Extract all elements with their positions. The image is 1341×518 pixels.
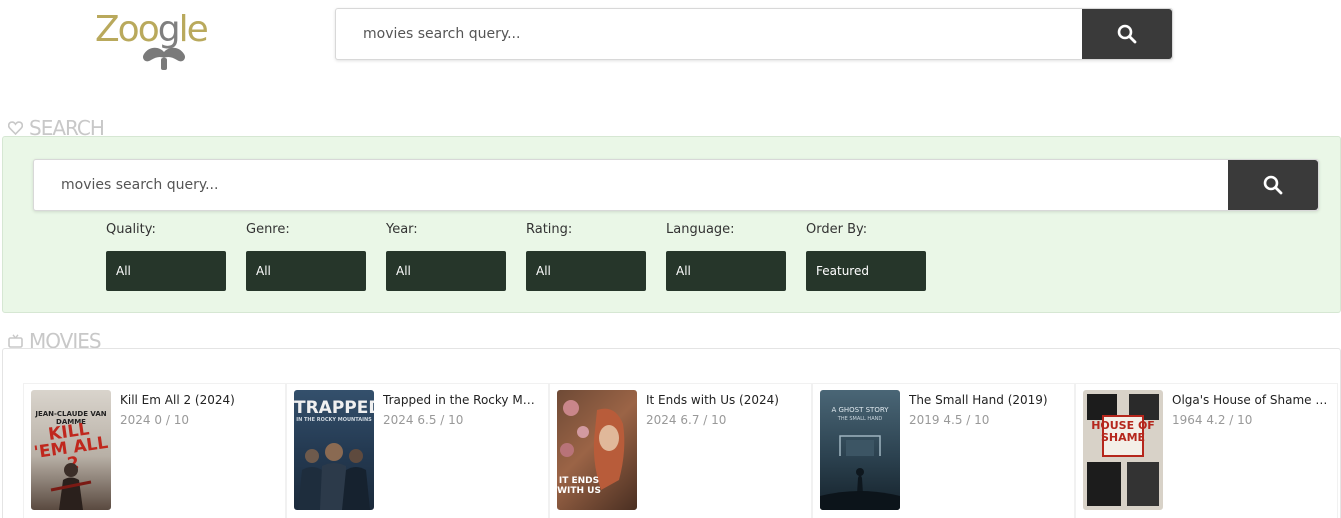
movie-meta: 2019 4.5 / 10 [909,413,990,427]
movie-poster[interactable]: JEAN-CLAUDE VAN DAMME KILL'EM ALL2 [31,390,111,510]
movie-title[interactable]: It Ends with Us (2024) [646,393,802,407]
filter-order-by: Order By: Featured [806,221,926,291]
movie-meta: 2024 6.7 / 10 [646,413,727,427]
movie-meta: 2024 0 / 10 [120,413,189,427]
panel-search-input[interactable] [34,160,1228,210]
logo[interactable]: Zoogle [95,9,220,70]
filter-label: Rating: [526,222,573,237]
movie-meta: 2024 6.5 / 10 [383,413,464,427]
movie-card[interactable]: JEAN-CLAUDE VAN DAMME KILL'EM ALL2 Kill … [23,383,286,518]
heart-icon [8,121,23,135]
filter-quality: Quality: All [106,221,226,291]
filter-label: Language: [666,222,735,237]
movie-meta: 1964 4.2 / 10 [1172,413,1253,427]
language-select[interactable]: All [666,251,786,291]
filter-label: Year: [386,222,418,237]
filter-row: Quality: All Genre: All Year: All Rating… [106,221,946,291]
genre-select[interactable]: All [246,251,366,291]
tv-icon [8,334,23,348]
filter-language: Language: All [666,221,786,291]
movie-poster[interactable]: TRAPPED IN THE ROCKY MOUNTAINS [294,390,374,510]
movie-title[interactable]: Kill Em All 2 (2024) [120,393,276,407]
movie-card[interactable]: HOUSE OFSHAME Olga's House of Shame (196… [1075,383,1338,518]
filter-rating: Rating: All [526,221,646,291]
movie-list: JEAN-CLAUDE VAN DAMME KILL'EM ALL2 Kill … [23,383,1338,518]
movie-title[interactable]: Olga's House of Shame (1964) [1172,393,1328,407]
order-by-select[interactable]: Featured [806,251,926,291]
panel-search-bar [33,159,1319,211]
search-icon [1263,175,1283,195]
quality-select[interactable]: All [106,251,226,291]
movie-poster[interactable]: A GHOST STORY THE SMALL HAND [820,390,900,510]
movie-title[interactable]: Trapped in the Rocky Mountains (2024) [383,393,539,407]
movie-card[interactable]: A GHOST STORY THE SMALL HAND The Small H… [812,383,1075,518]
header-search-bar [335,8,1173,60]
movie-title[interactable]: The Small Hand (2019) [909,393,1065,407]
movie-poster[interactable]: HOUSE OF SHAME [1083,390,1163,510]
movie-poster[interactable]: IT ENDS WITH US [557,390,637,510]
year-select[interactable]: All [386,251,506,291]
filter-label: Order By: [806,222,868,237]
page: Zoogle SEARCH [0,0,1341,518]
filter-year: Year: All [386,221,506,291]
filter-label: Genre: [246,222,290,237]
movies-panel: JEAN-CLAUDE VAN DAMME KILL'EM ALL2 Kill … [2,348,1341,518]
header-search-input[interactable] [336,9,1083,59]
movie-card[interactable]: TRAPPED IN THE ROCKY MOUNTAINS Trapped i… [286,383,549,518]
movie-card[interactable]: IT ENDS WITH US It Ends with Us (2024) 20… [549,383,812,518]
logo-text: Zoogle [95,9,209,50]
filter-genre: Genre: All [246,221,366,291]
search-icon [1117,24,1137,44]
mustache-icon [142,47,186,70]
header-search-button[interactable] [1082,9,1172,59]
search-panel: Quality: All Genre: All Year: All Rating… [2,136,1341,313]
rating-select[interactable]: All [526,251,646,291]
panel-search-button[interactable] [1228,160,1318,210]
filter-label: Quality: [106,222,156,237]
